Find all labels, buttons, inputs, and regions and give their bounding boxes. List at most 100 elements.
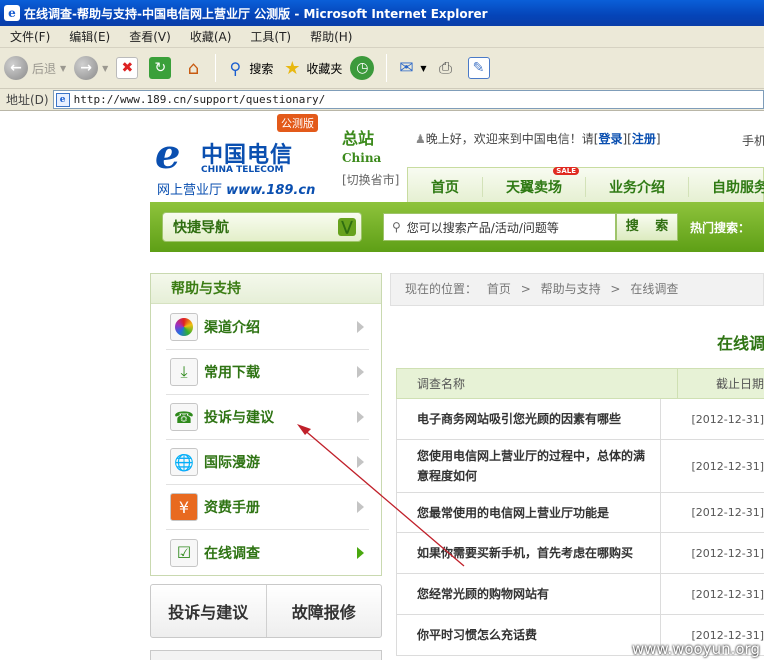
breadcrumb-help[interactable]: 帮助与支持 [541,282,601,296]
survey-link[interactable]: 您使用电信网上营业厅的过程中，总体的满意程度如何 [397,440,662,492]
refresh-button[interactable]: ↻ [145,52,178,84]
address-input[interactable]: e http://www.189.cn/support/questionary/ [52,90,764,109]
quick-bar: 快捷导航 ⋁ ⚲ 您可以搜索产品/活动/问题等 搜 索 热门搜索： [150,202,764,252]
greeting-text: 晚上好，欢迎来到中国电信！请[ [425,132,599,146]
survey-deadline: [2012-12-31] [691,546,764,560]
nav-shop[interactable]: 天翼卖场 SALE [483,166,586,197]
mobile-link[interactable]: 手机 [742,132,764,149]
menubar: 文件(F) 编辑(E) 查看(V) 收藏(A) 工具(T) 帮助(H) [0,26,764,48]
sidebar-item-survey[interactable]: ☑ 在线调查 [166,530,369,575]
window-title: 在线调查-帮助与支持-中国电信网上营业厅 公测版 - Microsoft Int… [24,6,488,21]
star-icon: ★ [284,57,301,79]
china-telecom-logo[interactable]: e 中国电信 CHINA TELECOM 网上营业厅 www.189.cn [153,131,323,199]
survey-link[interactable]: 电子商务网站吸引您光顾的因素有哪些 [397,399,662,439]
search-icon: ⚲ [392,220,401,234]
breadcrumb-home[interactable]: 首页 [487,282,511,296]
page-icon: e [55,92,70,107]
back-dropdown-icon: ▼ [60,63,67,73]
color-wheel-icon [170,313,198,341]
toolbar-separator [386,54,388,82]
user-icon: ♟ [415,132,426,146]
breadcrumb: 现在的位置： 首页 > 帮助与支持 > 在线调查 [390,273,764,306]
site-search-input[interactable]: ⚲ 您可以搜索产品/活动/问题等 [383,213,616,241]
search-button[interactable]: ⚲ 搜索 [220,52,277,84]
search-icon: ⚲ [229,58,242,78]
sidebar-item-label: 投诉与建议 [204,410,274,426]
print-button[interactable]: ⎙ [431,52,464,84]
menu-edit[interactable]: 编辑(E) [59,28,119,45]
logo-en-text: CHINA TELECOM [201,165,284,175]
forward-dropdown-icon: ▼ [102,63,109,73]
sidebar-item-label: 渠道介绍 [204,320,260,336]
sidebar-quick-buttons: 投诉与建议 故障报修 [150,584,382,638]
column-header-date: 截止日期 [715,377,764,391]
survey-link[interactable]: 您最常使用的电信网上营业厅功能是 [397,493,662,532]
login-link[interactable]: 登录 [598,132,622,146]
register-link[interactable]: 注册 [632,132,656,146]
watermark: www.wooyun.org [631,640,760,658]
sidebar-item-roaming[interactable]: 🌐 国际漫游 [166,440,369,485]
region-name: 总站 [342,129,375,148]
menu-favorites[interactable]: 收藏(A) [180,28,241,45]
breadcrumb-current: 在线调查 [630,282,679,296]
menu-help[interactable]: 帮助(H) [300,28,361,45]
logo-sub-label: 网上营业厅 [157,183,223,198]
back-button[interactable]: ← 后退 ▼ [0,52,70,84]
quick-nav-label: 快捷导航 [173,220,229,236]
complaint-button[interactable]: 投诉与建议 [151,585,267,637]
region-en: China [342,151,382,165]
mail-dropdown-icon: ▼ [420,63,427,73]
edit-button[interactable]: ✎ [464,52,497,84]
stop-button[interactable]: ✖ [112,52,145,84]
nav-shop-label: 天翼卖场 [506,179,562,196]
logo-subtitle: 网上营业厅 www.189.cn [157,179,315,198]
fault-report-button[interactable]: 故障报修 [267,585,382,637]
sidebar-item-tariffs[interactable]: ¥ 资费手册 [166,485,369,530]
menu-file[interactable]: 文件(F) [0,28,59,45]
mail-button[interactable]: ✉ ▼ [391,52,430,84]
chevron-right-icon [357,456,364,468]
quick-nav-dropdown[interactable]: 快捷导航 ⋁ [162,212,362,242]
history-button[interactable]: ◷ [346,52,382,84]
chevron-right-icon [357,546,364,559]
address-label: 地址(D) [6,93,49,107]
beta-badge: 公测版 [277,114,318,132]
survey-icon: ☑ [170,538,198,567]
menu-tools[interactable]: 工具(T) [240,28,300,45]
breadcrumb-prefix: 现在的位置： [405,282,478,296]
hot-search-label: 热门搜索： [690,221,751,235]
sidebar-lower-panel [150,650,382,660]
favorites-button[interactable]: ★ 收藏夹 [277,52,346,84]
back-arrow-icon: ← [4,56,28,80]
sidebar-title: 帮助与支持 [151,274,381,304]
breadcrumb-separator: > [520,282,531,296]
search-placeholder: 您可以搜索产品/活动/问题等 [406,220,559,235]
chevron-right-icon [357,501,364,513]
menu-view[interactable]: 查看(V) [119,28,180,45]
sidebar-item-channels[interactable]: 渠道介绍 [166,305,369,350]
survey-table: 调查名称 截止日期 电子商务网站吸引您光顾的因素有哪些 [2012-12-31]… [396,368,764,656]
region-switch-link[interactable]: [切换省市] [342,171,399,188]
address-url: http://www.189.cn/support/questionary/ [73,93,326,106]
address-bar: 地址(D) e http://www.189.cn/support/questi… [0,89,764,111]
sidebar-item-complaints[interactable]: ☎ 投诉与建议 [166,395,369,440]
search-label: 搜索 [249,61,274,76]
nav-business[interactable]: 业务介绍 [586,176,689,197]
chevron-right-icon [357,411,364,423]
survey-link[interactable]: 如果你需要买新手机，首先考虑在哪购买 [397,533,662,573]
sidebar-item-downloads[interactable]: ⤓ 常用下载 [166,350,369,395]
globe-icon: 🌐 [170,448,198,476]
region-selector: 总站 China [切换省市] [342,125,399,188]
column-header-name: 调查名称 [397,369,678,398]
history-icon: ◷ [350,56,375,80]
nav-self-service[interactable]: 自助服务 [689,177,764,197]
survey-link[interactable]: 你平时习惯怎么充话费 [397,615,662,655]
survey-link[interactable]: 您经常光顾的购物网站有 [397,574,662,614]
favorites-label: 收藏夹 [306,61,343,76]
forward-button[interactable]: → ▼ [70,52,112,84]
chevron-right-icon [357,366,364,378]
home-button[interactable]: ⌂ [178,52,211,84]
site-search-button[interactable]: 搜 索 [616,213,678,241]
chevron-down-icon: ⋁ [338,218,356,236]
nav-home[interactable]: 首页 [408,176,483,197]
